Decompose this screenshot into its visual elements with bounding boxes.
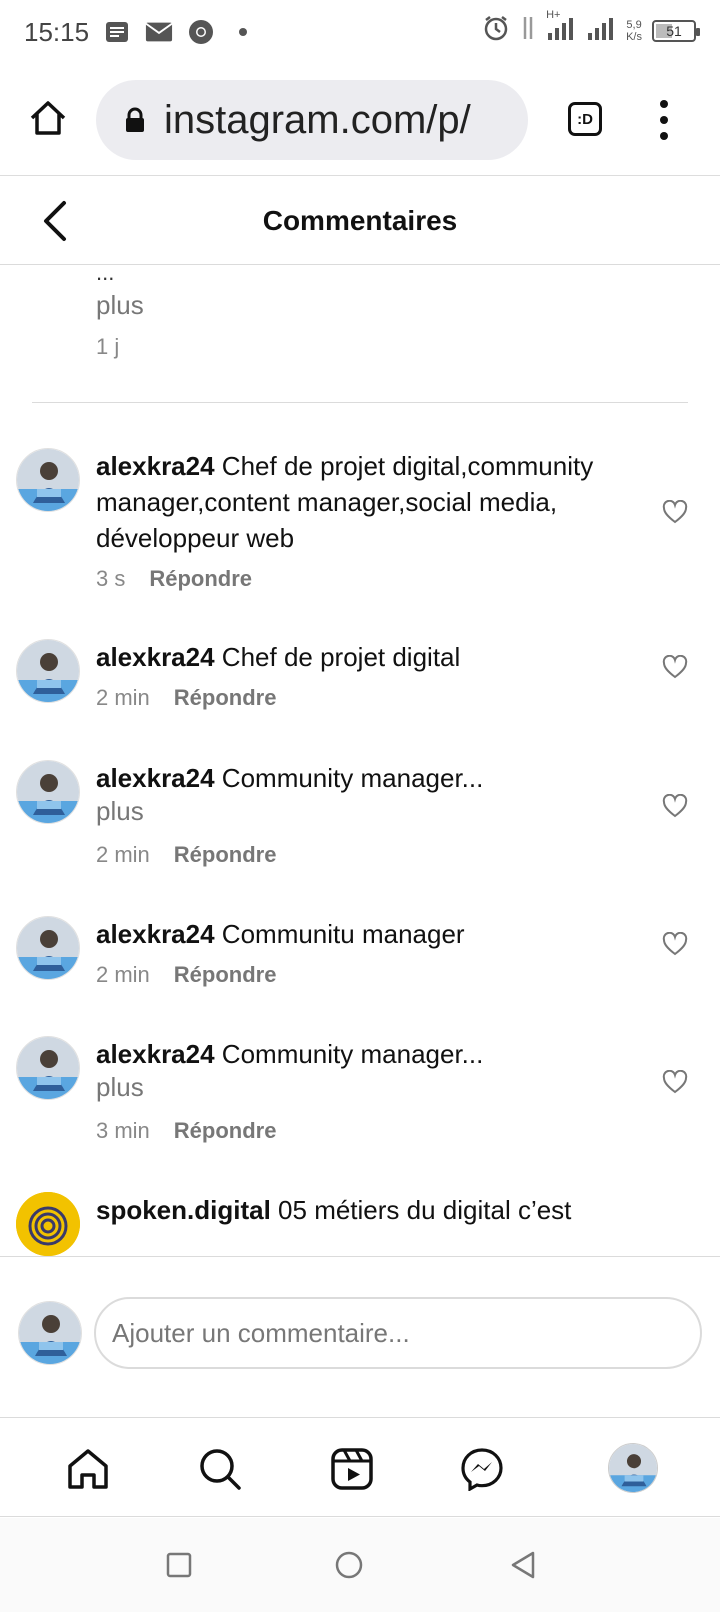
battery-level: 51	[666, 22, 682, 39]
home-icon[interactable]	[64, 1445, 112, 1493]
comment-meta: 2 min Répondre	[96, 842, 276, 868]
comment-time: 3 s	[96, 566, 126, 591]
data-arrows-icon	[520, 15, 536, 46]
status-time: 15:15	[24, 16, 90, 47]
comment-time: 3 min	[96, 1118, 150, 1143]
comments-header: Commentaires	[0, 177, 720, 265]
messenger-icon[interactable]	[458, 1445, 506, 1493]
avatar[interactable]	[16, 760, 80, 824]
comment-body: Community manager...	[221, 1039, 484, 1069]
signal-icon: H+	[546, 9, 576, 46]
reply-button[interactable]: Répondre	[149, 566, 252, 592]
comment-text: alexkra24 Chef de projet digital	[96, 639, 656, 675]
comment-time: 2 min	[96, 962, 150, 987]
reels-icon[interactable]	[328, 1445, 376, 1493]
comment-text: alexkra24 Communitu manager	[96, 916, 656, 952]
profile-avatar[interactable]	[608, 1443, 658, 1493]
divider	[32, 402, 688, 403]
avatar[interactable]	[16, 1036, 80, 1100]
recents-square-icon[interactable]	[164, 1550, 194, 1580]
net-speed: 5,9 K/s	[626, 18, 642, 43]
home-circle-icon[interactable]	[334, 1550, 364, 1580]
reply-button[interactable]: Répondre	[174, 842, 277, 868]
signal-icon	[586, 15, 616, 46]
battery-icon: 51	[652, 19, 700, 42]
avatar	[18, 1301, 82, 1365]
comment-body: Communitu manager	[221, 919, 465, 949]
comment-meta: 3 s Répondre	[96, 566, 252, 592]
previous-comment-ellipsis: ...	[96, 266, 115, 285]
comment-text: alexkra24 Community manager...	[96, 1036, 656, 1072]
comment-text: spoken.digital 05 métiers du digital c’e…	[96, 1192, 656, 1228]
comment-username[interactable]: alexkra24	[96, 763, 215, 793]
comment-item: alexkra24 Chef de projet digital,communi…	[0, 448, 720, 598]
heart-icon[interactable]	[662, 931, 688, 956]
avatar[interactable]	[16, 639, 80, 703]
url-bar[interactable]: instagram.com/p/	[96, 80, 528, 160]
page-title: Commentaires	[262, 205, 458, 236]
comment-username[interactable]: alexkra24	[96, 642, 215, 672]
heart-icon[interactable]	[662, 1069, 688, 1094]
comment-item: alexkra24 Chef de projet digital 2 min R…	[0, 639, 720, 719]
status-bar: 15:15 H+ 5,9 K/s 51	[0, 0, 720, 64]
reply-button[interactable]: Répondre	[174, 1118, 277, 1144]
comment-text: alexkra24 Community manager...	[96, 760, 656, 796]
reply-button[interactable]: Répondre	[174, 962, 277, 988]
avatar[interactable]	[16, 448, 80, 512]
previous-comment-time: 1 j	[96, 334, 120, 359]
comment-username[interactable]: alexkra24	[96, 1039, 215, 1069]
comment-meta: 2 min Répondre	[96, 685, 276, 711]
comment-more-link[interactable]: plus	[96, 796, 144, 827]
browser-home-icon[interactable]	[28, 98, 68, 138]
comment-username[interactable]: alexkra24	[96, 919, 215, 949]
mail-icon	[145, 18, 173, 46]
dot-icon	[229, 18, 257, 46]
more-options-icon[interactable]	[654, 100, 674, 140]
reply-button[interactable]: Répondre	[174, 685, 277, 711]
comment-meta: 2 min Répondre	[96, 962, 276, 988]
comment-item: alexkra24 Community manager... plus 3 mi…	[0, 1036, 720, 1152]
comment-text: alexkra24 Chef de projet digital,communi…	[96, 448, 656, 556]
previous-comment-more-link[interactable]: plus	[96, 290, 144, 321]
comments-list[interactable]: ... plus 1 j alexkra24 Chef de projet di…	[0, 266, 720, 1256]
comment-username[interactable]: alexkra24	[96, 451, 215, 481]
comment-item: alexkra24 Communitu manager 2 min Répond…	[0, 916, 720, 996]
comment-time: 2 min	[96, 842, 150, 867]
avatar[interactable]	[16, 916, 80, 980]
alarm-icon	[482, 14, 510, 47]
chrome-icon	[187, 18, 215, 46]
comment-more-link[interactable]: plus	[96, 1072, 144, 1103]
lock-icon	[124, 107, 146, 133]
network-type: H+	[546, 9, 561, 21]
heart-icon[interactable]	[662, 654, 688, 679]
browser-toolbar: instagram.com/p/ :D	[0, 64, 720, 176]
comment-item: alexkra24 Community manager... plus 2 mi…	[0, 760, 720, 876]
comment-meta: 3 min Répondre	[96, 1118, 276, 1144]
search-icon[interactable]	[196, 1445, 244, 1493]
add-comment-bar	[0, 1256, 720, 1418]
back-triangle-icon[interactable]	[508, 1550, 538, 1580]
add-comment-input[interactable]	[94, 1297, 702, 1369]
bottom-nav	[0, 1419, 720, 1517]
comment-body: 05 métiers du digital c’est	[278, 1195, 572, 1225]
notes-icon	[103, 18, 131, 46]
comment-item: spoken.digital 05 métiers du digital c’e…	[0, 1192, 720, 1256]
heart-icon[interactable]	[662, 499, 688, 524]
heart-icon[interactable]	[662, 793, 688, 818]
comment-username[interactable]: spoken.digital	[96, 1195, 271, 1225]
comment-body: Chef de projet digital	[221, 642, 461, 672]
comment-body: Community manager...	[221, 763, 484, 793]
tab-switcher-button[interactable]: :D	[568, 102, 602, 136]
system-nav-bar	[0, 1518, 720, 1612]
avatar[interactable]	[16, 1192, 80, 1256]
url-text[interactable]: instagram.com/p/	[164, 98, 471, 143]
comment-time: 2 min	[96, 685, 150, 710]
